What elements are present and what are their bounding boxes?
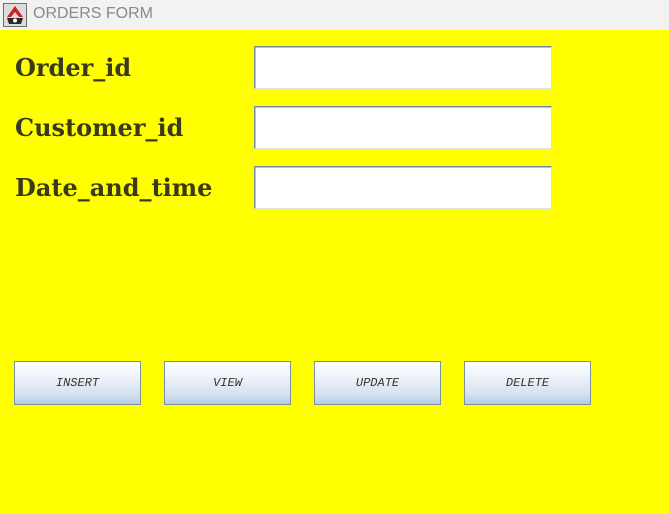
delete-button[interactable]: DELETE bbox=[464, 361, 591, 405]
order-id-label: Order_id bbox=[15, 53, 132, 82]
java-app-icon bbox=[3, 3, 27, 27]
customer-id-label: Customer_id bbox=[15, 113, 184, 142]
form-panel: Order_id Customer_id Date_and_time INSER… bbox=[0, 30, 669, 514]
order-id-field[interactable] bbox=[254, 46, 552, 89]
window-title: ORDERS FORM bbox=[33, 5, 153, 22]
orders-form-window: ORDERS FORM Order_id Customer_id Date_an… bbox=[0, 0, 669, 514]
date-and-time-field[interactable] bbox=[254, 166, 552, 209]
insert-button[interactable]: INSERT bbox=[14, 361, 141, 405]
customer-id-field[interactable] bbox=[254, 106, 552, 149]
update-button[interactable]: UPDATE bbox=[314, 361, 441, 405]
view-button[interactable]: VIEW bbox=[164, 361, 291, 405]
date-and-time-label: Date_and_time bbox=[15, 173, 213, 202]
title-bar: ORDERS FORM bbox=[0, 0, 669, 30]
